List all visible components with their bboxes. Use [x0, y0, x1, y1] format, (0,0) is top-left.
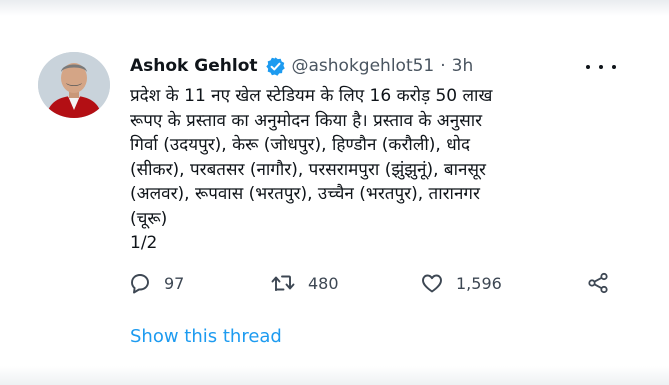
reply-button[interactable]: 97 [128, 268, 184, 298]
tweet-text-line: (चूरू) [130, 208, 168, 229]
verified-icon [265, 56, 286, 77]
retweet-icon [271, 275, 295, 291]
tweet-text-line: रूपए के प्रस्ताव का अनुमोदन किया है। प्र… [130, 110, 483, 131]
tweet-text-line: गिर्वा (उदयपुर), केरू (जोधपुर), हिण्डौन … [130, 135, 471, 155]
avatar[interactable] [38, 52, 110, 118]
more-dot [599, 65, 603, 69]
separator-dot: · [440, 56, 446, 76]
tweet-text-line: प्रदेश के 11 नए खेल स्टेडियम के लिए 16 क… [130, 86, 493, 106]
tweet-text-line: (सीकर), परबतसर (नागौर), परसरामपुरा (झुंझ… [130, 159, 486, 180]
author-handle[interactable]: @ashokgehlot51 [292, 56, 435, 76]
more-icon[interactable] [586, 58, 616, 76]
retweet-button[interactable]: 480 [270, 268, 339, 298]
like-button[interactable]: 1,596 [420, 268, 502, 298]
more-dot [612, 65, 616, 69]
tweet-header: Ashok Gehlot @ashokgehlot51 · 3h [130, 53, 473, 79]
like-icon [422, 274, 442, 293]
share-button[interactable] [586, 268, 622, 298]
reply-icon [131, 274, 149, 294]
cropped-bottom-area [0, 366, 669, 385]
share-icon [588, 272, 608, 294]
like-count: 1,596 [456, 273, 502, 293]
tweet-text: प्रदेश के 11 नए खेल स्टेडियम के लिए 16 क… [130, 84, 590, 256]
reply-count: 97 [164, 273, 185, 293]
tweet-card[interactable]: Ashok Gehlot @ashokgehlot51 · 3h प्रदेश … [0, 0, 669, 385]
action-bar: 97 480 1,596 [128, 268, 618, 298]
tweet-time[interactable]: 3h [452, 56, 474, 76]
tweet-text-line: (अलवर), रूपवास (भरतपुर), उच्चैन (भरतपुर)… [130, 184, 480, 204]
show-thread-link[interactable]: Show this thread [130, 326, 282, 347]
more-dot [586, 65, 590, 69]
tweet-text-line: 1/2 [130, 233, 158, 253]
author-name[interactable]: Ashok Gehlot [130, 56, 258, 76]
retweet-count: 480 [308, 273, 339, 293]
